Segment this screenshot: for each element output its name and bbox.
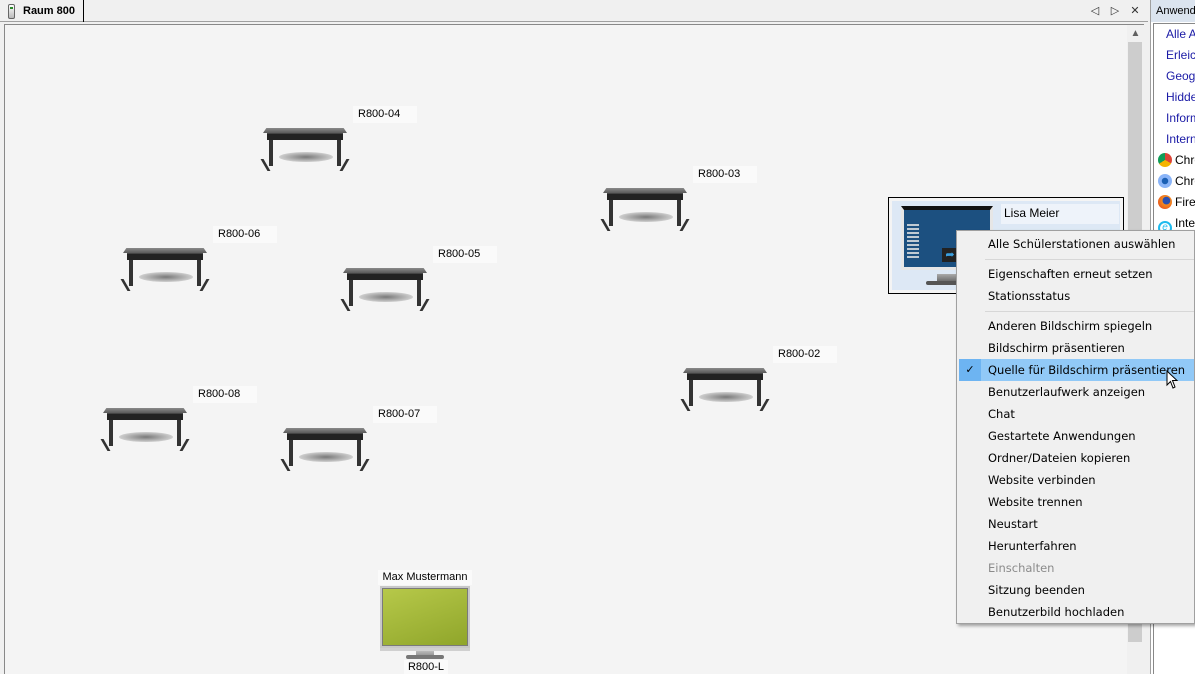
menu-item-shutdown[interactable]: Herunterfahren (959, 535, 1194, 557)
tab-next-icon[interactable]: ▷ (1106, 2, 1124, 20)
scroll-up-icon[interactable]: ▲ (1127, 25, 1144, 42)
menu-item-connect-website[interactable]: Website verbinden (959, 469, 1194, 491)
menu-item-mirror-screen[interactable]: Anderen Bildschirm spiegeln (959, 315, 1194, 337)
checkmark-icon: ✓ (959, 359, 981, 381)
menu-item-presentation-source[interactable]: ✓ Quelle für Bildschirm präsentieren (959, 359, 1194, 381)
station-label: R800-08 (193, 386, 257, 403)
menu-item-chat[interactable]: Chat (959, 403, 1194, 425)
desk-icon (97, 408, 193, 456)
desk-icon (277, 428, 373, 476)
station-label: R800-07 (373, 406, 437, 423)
desk-station[interactable]: R800-08 (97, 386, 257, 466)
station-icon (8, 3, 15, 19)
chromium-icon (1158, 174, 1172, 188)
menu-item-show-user-drive[interactable]: Benutzerlaufwerk anzeigen (959, 381, 1194, 403)
teacher-name: Max Mustermann (378, 570, 472, 585)
menu-separator (985, 311, 1194, 312)
desk-icon (117, 248, 213, 296)
menu-item-started-applications[interactable]: Gestartete Anwendungen (959, 425, 1194, 447)
desk-icon (597, 188, 693, 236)
app-program-item[interactable]: Chrome (1154, 150, 1195, 171)
app-category-item[interactable]: Erleichterte Bedienung (1166, 45, 1195, 66)
tab-close-icon[interactable]: ✕ (1126, 2, 1144, 20)
tab-prev-icon[interactable]: ◁ (1086, 2, 1104, 20)
menu-item-end-session[interactable]: Sitzung beenden (959, 579, 1194, 601)
app-category-item[interactable]: Geographie (1166, 66, 1195, 87)
menu-item-label: Quelle für Bildschirm präsentieren (988, 363, 1186, 377)
station-label: R800-04 (353, 106, 417, 123)
classroom-management-window: Raum 800 ◁ ▷ ✕ R800-04 R800-03 R800-06 R… (0, 0, 1195, 674)
app-category-item[interactable]: Informatik (1166, 108, 1195, 129)
menu-item-restart[interactable]: Neustart (959, 513, 1194, 535)
chrome-icon (1158, 153, 1172, 167)
app-category-item[interactable]: Alle Anwendungen (1166, 24, 1195, 45)
app-program-item[interactable]: Firefox (1154, 192, 1195, 213)
app-program-item[interactable]: Chromium (1154, 171, 1195, 192)
menu-item-disconnect-website[interactable]: Website trennen (959, 491, 1194, 513)
desk-icon (257, 128, 353, 176)
applications-header[interactable]: Anwendungen (1151, 0, 1195, 22)
desk-station[interactable]: R800-06 (117, 226, 277, 306)
desk-icon (677, 368, 773, 416)
teacher-station-label: R800-L (404, 660, 448, 674)
desk-station[interactable]: R800-05 (337, 246, 497, 326)
station-label: R800-06 (213, 226, 277, 243)
mouse-cursor-icon (1166, 370, 1179, 389)
menu-item-copy-files[interactable]: Ordner/Dateien kopieren (959, 447, 1194, 469)
menu-item-upload-user-picture[interactable]: Benutzerbild hochladen (959, 601, 1194, 623)
menu-item-reset-properties[interactable]: Eigenschaften erneut setzen (959, 263, 1194, 285)
station-label: R800-03 (693, 166, 757, 183)
desk-station[interactable]: R800-07 (277, 406, 437, 486)
menu-item-select-all-students[interactable]: Alle Schülerstationen auswählen (959, 233, 1194, 255)
tab-label: Raum 800 (23, 5, 75, 17)
firefox-icon (1158, 195, 1172, 209)
teacher-station[interactable]: Max Mustermann R800-L (378, 570, 472, 674)
menu-separator (985, 259, 1194, 260)
desk-station[interactable]: R800-02 (677, 346, 837, 426)
student-name: Lisa Meier (1001, 204, 1119, 224)
app-category-item[interactable]: Internet (1166, 129, 1195, 150)
menu-item-present-screen[interactable]: Bildschirm präsentieren (959, 337, 1194, 359)
tab-strip: Raum 800 ◁ ▷ ✕ (0, 0, 1148, 22)
desk-icon (337, 268, 433, 316)
context-menu: Alle Schülerstationen auswählen Eigensch… (956, 230, 1195, 624)
monitor-icon (380, 586, 470, 648)
app-category-item[interactable]: Hidden (1166, 87, 1195, 108)
station-label: R800-02 (773, 346, 837, 363)
station-label: R800-05 (433, 246, 497, 263)
menu-item-power-on: Einschalten (988, 561, 1055, 575)
desk-station[interactable]: R800-03 (597, 166, 757, 246)
desk-station[interactable]: R800-04 (257, 106, 417, 186)
menu-item-station-status[interactable]: Stationsstatus (959, 285, 1194, 307)
tab-raum-800[interactable]: Raum 800 (4, 0, 84, 22)
